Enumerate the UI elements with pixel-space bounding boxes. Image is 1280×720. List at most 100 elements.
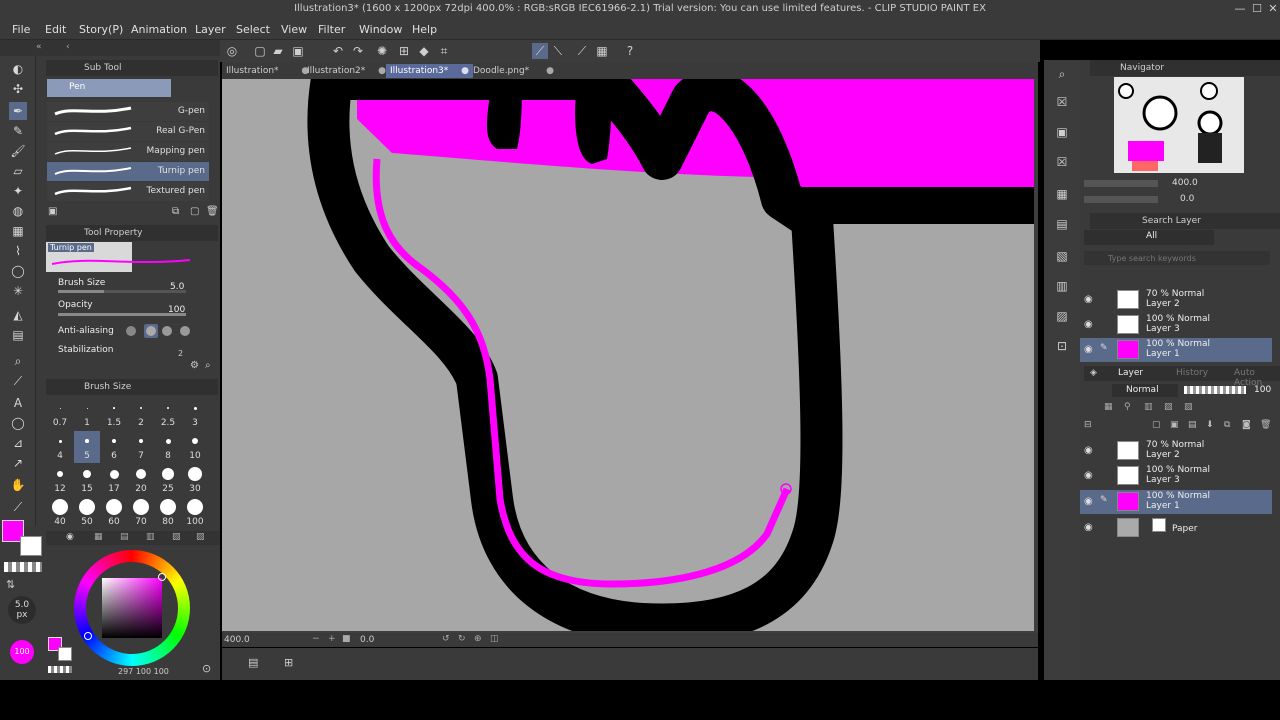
visibility-icon[interactable]: ◉ <box>1084 470 1093 481</box>
pencil-icon[interactable]: ✎ <box>9 122 27 140</box>
fill-selection-icon[interactable]: ◆ <box>416 43 432 59</box>
search-result-layer-1[interactable]: ◉ ✎ 100 % Normal Layer 1 <box>1080 338 1272 362</box>
blend-icon[interactable]: ◍ <box>9 202 27 220</box>
fit-icon[interactable]: ■ <box>342 634 351 644</box>
new-file-icon[interactable]: ▢ <box>252 43 268 59</box>
brush-size-option[interactable]: 2 <box>128 398 154 430</box>
zoom-value[interactable]: 400.0 <box>224 635 250 645</box>
navigator-zoom-value[interactable]: 400.0 <box>1172 178 1198 188</box>
intermediate-color-tab-icon[interactable]: ▤ <box>120 532 129 542</box>
airbrush-icon[interactable]: ✦ <box>9 182 27 200</box>
brush-size-option[interactable]: 100 <box>182 497 208 529</box>
layer-opacity-value[interactable]: 100 <box>1254 385 1271 395</box>
eraser-icon[interactable]: ▱ <box>9 162 27 180</box>
sub-color-chip[interactable] <box>20 536 42 556</box>
reference-layer-icon[interactable]: ⚲ <box>1124 402 1131 412</box>
snap-to-guide-icon[interactable]: ⟍ <box>550 43 566 59</box>
new-vector-layer-icon[interactable]: ▣ <box>1170 420 1179 430</box>
transparent-color-chip[interactable] <box>4 562 42 572</box>
layer-row-paper[interactable]: ◉ Paper <box>1080 516 1272 540</box>
pen-pressure-icon[interactable]: ⟋ <box>574 43 590 59</box>
hand-icon[interactable]: ✋ <box>9 476 27 494</box>
lock-icon[interactable]: ▥ <box>1144 402 1153 412</box>
save-icon[interactable]: ▣ <box>290 43 306 59</box>
antialias-strong-icon[interactable] <box>180 326 190 336</box>
search-result-layer-3[interactable]: ◉ 100 % Normal Layer 3 <box>1080 313 1272 337</box>
visibility-icon[interactable]: ◉ <box>1084 522 1093 533</box>
panel-icon-b[interactable]: ▤ <box>1052 214 1072 234</box>
layout-icon[interactable]: ▦ <box>594 43 610 59</box>
close-panel-icon-2[interactable]: ☒ <box>1052 152 1072 172</box>
rotate-right-icon[interactable]: ↻ <box>458 634 466 644</box>
clear-icon[interactable]: ✺ <box>374 43 390 59</box>
minimize-button[interactable]: — <box>1232 2 1248 15</box>
new-folder-icon[interactable]: ▤ <box>1188 420 1197 430</box>
grid-toggle-icon[interactable]: ⊞ <box>284 656 293 669</box>
combine-icon[interactable]: ⧉ <box>1224 420 1230 430</box>
visibility-icon[interactable]: ◉ <box>1084 344 1093 355</box>
antialiasing-options[interactable] <box>124 324 204 338</box>
color-slider-tab-icon[interactable]: ▨ <box>196 532 205 542</box>
layer-row-layer-1[interactable]: ◉ ✎ 100 % Normal Layer 1 <box>1080 490 1272 514</box>
hue-cursor[interactable] <box>84 632 92 640</box>
transfer-down-icon[interactable]: ⬇ <box>1206 420 1214 430</box>
pen-icon[interactable]: ✒ <box>9 102 27 120</box>
zoom-in-icon[interactable]: + <box>328 634 336 644</box>
search-layer-filter[interactable]: All <box>1084 230 1214 245</box>
navigator-angle-slider[interactable] <box>1084 196 1158 203</box>
tab-illustration3[interactable]: Illustration3* ● <box>386 64 473 78</box>
brush-size-option[interactable]: 10 <box>182 431 208 463</box>
brush-size-option[interactable]: 3 <box>182 398 208 430</box>
correct-line-icon[interactable]: ↗ <box>9 454 27 472</box>
menu-view[interactable]: View <box>281 23 307 36</box>
brush-size-option[interactable]: 15 <box>74 464 100 496</box>
menu-layer[interactable]: Layer <box>195 23 226 36</box>
redo-icon[interactable]: ↷ <box>350 43 366 59</box>
search-icon[interactable]: ⌕ <box>9 352 27 370</box>
snap-to-ruler-icon[interactable]: ⟋ <box>532 43 548 59</box>
approximate-color-tab-icon[interactable]: ▥ <box>146 532 155 542</box>
opacity-slider[interactable] <box>58 313 186 316</box>
crop-icon[interactable]: ⌗ <box>436 43 452 59</box>
fill-icon[interactable]: ◭ <box>9 306 27 324</box>
navigator-angle-value[interactable]: 0.0 <box>1180 194 1194 204</box>
brush-size-option[interactable]: 7 <box>128 431 154 463</box>
brush-size-option[interactable]: 30 <box>182 464 208 496</box>
brush-size-option[interactable]: 1 <box>74 398 100 430</box>
close-panel-icon[interactable]: ☒ <box>1052 92 1072 112</box>
selection-pen-icon[interactable]: ⟋ <box>9 372 27 390</box>
mask-icon[interactable]: ▧ <box>1184 402 1193 412</box>
wheel-transparent-color[interactable] <box>48 666 72 673</box>
clip-layer-icon[interactable]: ▦ <box>1104 402 1113 412</box>
brush-size-option[interactable]: 20 <box>128 464 154 496</box>
history-tab[interactable]: History <box>1176 368 1208 378</box>
layer-tab-icon[interactable]: ◈ <box>1090 368 1097 378</box>
brush-size-option[interactable]: 5 <box>74 431 100 463</box>
flip-icon[interactable]: ◫ <box>490 634 499 644</box>
brush-size-option[interactable]: 40 <box>47 497 73 529</box>
brush-size-option[interactable]: 50 <box>74 497 100 529</box>
duplicate-icon[interactable]: ⧉ <box>172 206 179 217</box>
color-wheel-tab-icon[interactable]: ◉ <box>66 532 74 542</box>
lock-transparent-icon[interactable]: ▨ <box>1164 402 1173 412</box>
brush-item-textured-pen[interactable]: Textured pen <box>47 182 209 201</box>
rotate-left-icon[interactable]: ↺ <box>442 634 450 644</box>
antialias-none-icon[interactable] <box>126 326 136 336</box>
brush-size-option[interactable]: 2.5 <box>155 398 181 430</box>
undo-icon[interactable]: ↶ <box>330 43 346 59</box>
collapse-icon[interactable]: « <box>36 42 42 52</box>
drawing-canvas[interactable] <box>222 79 1034 631</box>
settings-icon[interactable]: ⚙ <box>190 360 199 371</box>
brush-item-turnip-pen[interactable]: Turnip pen <box>47 162 209 181</box>
operation-icon[interactable]: ◐ <box>9 60 27 78</box>
maximize-button[interactable]: ☐ <box>1249 2 1265 15</box>
ruler-icon[interactable]: ⌇ <box>9 242 27 260</box>
panel-toggle-icon[interactable]: ▤ <box>248 656 258 669</box>
panel-icon-f[interactable]: ⊡ <box>1052 336 1072 356</box>
menu-help[interactable]: Help <box>412 23 437 36</box>
menu-select[interactable]: Select <box>236 23 270 36</box>
text-icon[interactable]: A <box>9 394 27 412</box>
balloon-icon[interactable]: ◯ <box>9 414 27 432</box>
eyedropper-small-icon[interactable]: ⊙ <box>202 662 211 675</box>
brush-size-option[interactable]: 80 <box>155 497 181 529</box>
